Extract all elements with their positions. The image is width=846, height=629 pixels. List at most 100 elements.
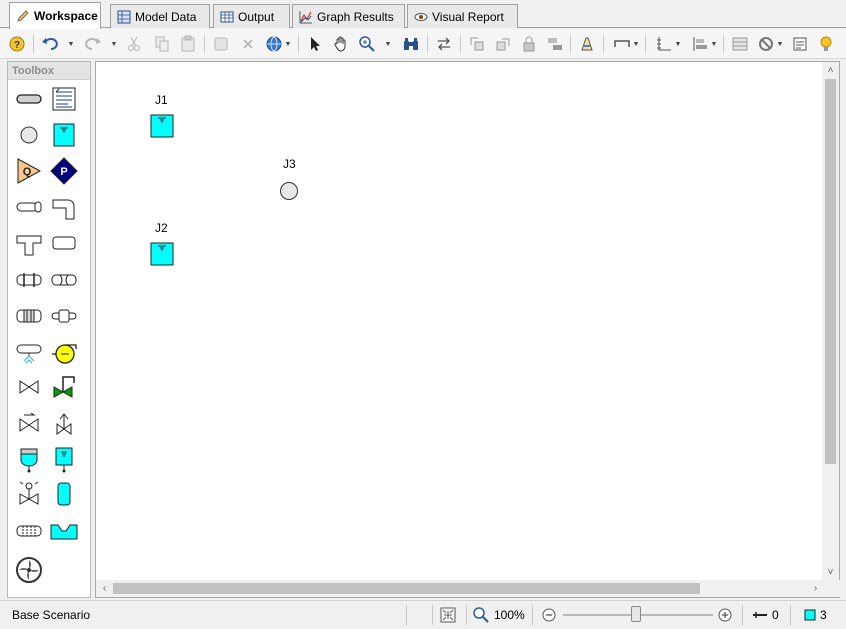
lock-icon[interactable]	[519, 34, 539, 54]
layout-icon[interactable]	[690, 34, 710, 54]
delete-icon[interactable]	[238, 34, 258, 54]
status-bar: Base Scenario 100% 0 3	[0, 600, 846, 629]
tab-label: Workspace	[34, 9, 98, 23]
cut-icon[interactable]	[124, 34, 144, 54]
redo-icon[interactable]	[83, 34, 103, 54]
heat-exchanger-tool-icon[interactable]	[15, 302, 43, 330]
chevron-down-icon[interactable]: ▼	[632, 34, 640, 54]
gas-accumulator-tool-icon[interactable]	[15, 445, 43, 473]
annotation-icon[interactable]	[577, 34, 597, 54]
branch-j3[interactable]	[279, 181, 299, 204]
svg-text:?: ?	[14, 40, 20, 51]
valve-tool-icon[interactable]	[15, 373, 43, 401]
grid-axes-icon[interactable]	[654, 34, 674, 54]
zoom-out-icon[interactable]	[539, 605, 559, 625]
branch-tool-icon[interactable]	[15, 121, 43, 149]
select-all-icon[interactable]	[211, 34, 231, 54]
list-view-icon[interactable]	[730, 34, 750, 54]
chevron-down-icon[interactable]: ▼	[674, 34, 682, 54]
send-to-back-icon[interactable]	[467, 34, 487, 54]
general-component-tool-icon[interactable]	[50, 302, 78, 330]
control-valve-tool-icon[interactable]	[50, 373, 78, 401]
junction-label-j3: J3	[283, 157, 296, 171]
pointer-icon[interactable]	[305, 34, 325, 54]
tab-graph-results[interactable]: Graph Results	[292, 4, 405, 28]
undo-icon[interactable]	[40, 34, 60, 54]
vertical-scroll-thumb[interactable]	[825, 79, 836, 464]
scroll-left-icon[interactable]: ‹	[96, 580, 113, 597]
tab-bar: Workspace Model Data Output Graph Result…	[0, 0, 846, 29]
pipe-tool-icon[interactable]	[15, 85, 43, 113]
chevron-down-icon[interactable]: ▼	[384, 34, 392, 54]
workspace-canvas[interactable]: J1 J3 J2 ˄ ˅ ‹ ›	[95, 61, 841, 598]
output-table-icon	[220, 10, 234, 24]
annotation-tool-icon[interactable]	[50, 85, 78, 113]
transfer-pipe-tool-icon[interactable]	[15, 517, 43, 545]
disable-icon[interactable]	[756, 34, 776, 54]
chevron-down-icon[interactable]: ▼	[284, 34, 292, 54]
tab-visual-report[interactable]: Visual Report	[407, 4, 518, 28]
vertical-scrollbar[interactable]: ˄ ˅	[822, 62, 839, 581]
assigned-pressure-tool-icon[interactable]: P	[50, 157, 78, 185]
scroll-up-icon[interactable]: ˄	[822, 62, 839, 79]
tab-output[interactable]: Output	[213, 4, 290, 28]
model-data-icon	[117, 10, 131, 24]
help-icon[interactable]: ?	[7, 34, 27, 54]
tee-tool-icon[interactable]	[15, 230, 43, 258]
binoculars-icon[interactable]	[401, 34, 421, 54]
reservoir-j2[interactable]	[150, 242, 174, 269]
vacuum-breaker-tool-icon[interactable]	[15, 480, 43, 508]
chevron-down-icon[interactable]: ▼	[776, 34, 784, 54]
open-channel-tool-icon[interactable]	[50, 517, 78, 545]
reservoir-tool-icon[interactable]	[50, 121, 78, 149]
graph-icon	[299, 10, 313, 24]
reverse-direction-icon[interactable]	[434, 34, 454, 54]
globe-icon[interactable]	[264, 34, 284, 54]
horizontal-scroll-thumb[interactable]	[113, 583, 700, 594]
toolbox-title: Toolbox	[8, 62, 90, 80]
reservoir-j1[interactable]	[150, 114, 174, 141]
bend-tool-icon[interactable]	[50, 194, 78, 222]
pencil-icon	[16, 9, 30, 23]
assigned-flow-tool-icon[interactable]: Q	[15, 157, 43, 185]
pipe-count-icon	[750, 605, 770, 625]
pan-hand-icon[interactable]	[331, 34, 351, 54]
scroll-down-icon[interactable]: ˅	[822, 564, 839, 581]
fit-to-window-icon[interactable]	[438, 605, 458, 625]
dead-end-tool-icon[interactable]	[15, 194, 43, 222]
tab-model-data[interactable]: Model Data	[110, 4, 210, 28]
turbine-tool-icon[interactable]	[15, 556, 43, 584]
lightbulb-icon[interactable]	[816, 34, 836, 54]
zoom-in-icon[interactable]	[715, 605, 735, 625]
bring-to-front-icon[interactable]	[493, 34, 513, 54]
zoom-level: 100%	[494, 608, 525, 622]
scroll-corner	[822, 580, 839, 597]
properties-icon[interactable]	[790, 34, 810, 54]
junction-count-icon	[800, 605, 820, 625]
chevron-down-icon[interactable]: ▼	[710, 34, 718, 54]
copy-icon[interactable]	[152, 34, 172, 54]
zoom-slider-thumb[interactable]	[631, 606, 641, 622]
horizontal-scrollbar[interactable]: ‹ ›	[96, 580, 841, 597]
svg-text:P: P	[60, 166, 67, 178]
tab-workspace[interactable]: Workspace	[9, 2, 101, 29]
pump-tool-icon[interactable]	[50, 339, 78, 367]
eye-icon	[414, 10, 428, 24]
zoom-icon[interactable]	[471, 605, 491, 625]
chevron-down-icon[interactable]: ▼	[67, 34, 75, 54]
area-change-tool-icon[interactable]	[50, 230, 78, 258]
liquid-accumulator-tool-icon[interactable]	[50, 445, 78, 473]
chevron-down-icon[interactable]: ▼	[110, 34, 118, 54]
paste-icon[interactable]	[178, 34, 198, 54]
spray-discharge-tool-icon[interactable]	[15, 339, 43, 367]
align-icon[interactable]	[545, 34, 565, 54]
zoom-in-icon[interactable]	[357, 34, 377, 54]
relief-valve-tool-icon[interactable]	[50, 409, 78, 437]
screen-tool-icon[interactable]	[15, 266, 43, 294]
surge-tank-tool-icon[interactable]	[50, 480, 78, 508]
junction-label-j1: J1	[155, 93, 168, 107]
tab-label: Graph Results	[317, 9, 394, 24]
orifice-tool-icon[interactable]	[50, 266, 78, 294]
check-valve-tool-icon[interactable]	[15, 409, 43, 437]
pipe-segment-icon[interactable]	[612, 34, 632, 54]
